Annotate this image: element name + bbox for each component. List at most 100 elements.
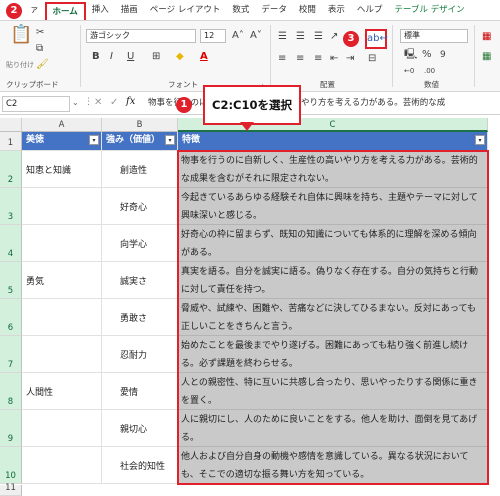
- tab-10[interactable]: テーブル デザイン: [388, 2, 470, 20]
- cell-virtue[interactable]: 勇気: [22, 262, 102, 299]
- tab-0[interactable]: ァ: [24, 2, 45, 20]
- row-header[interactable]: 9: [0, 410, 22, 447]
- border-icon[interactable]: ⊞: [152, 51, 160, 63]
- filter-dropdown-icon[interactable]: ▾: [475, 135, 485, 145]
- cell-strength[interactable]: 向学心: [102, 225, 178, 262]
- paste-label[interactable]: 貼り付け: [6, 59, 34, 71]
- align-middle-icon[interactable]: ☰: [296, 31, 305, 43]
- orientation-icon[interactable]: ↗: [330, 31, 338, 43]
- cell-virtue[interactable]: [22, 447, 102, 484]
- underline-icon[interactable]: U: [127, 51, 134, 63]
- column-header-b[interactable]: B: [102, 118, 178, 132]
- row-header[interactable]: 8: [0, 373, 22, 410]
- tab-2[interactable]: 挿入: [86, 2, 115, 20]
- filter-dropdown-icon[interactable]: ▾: [89, 135, 99, 145]
- row-header[interactable]: 1: [0, 132, 22, 151]
- header-cell-strength[interactable]: 強み（価値） ▾: [102, 132, 178, 151]
- cell-virtue[interactable]: 人間性: [22, 373, 102, 410]
- copy-icon[interactable]: ⧉: [36, 43, 43, 55]
- cell-feature[interactable]: 好奇心の枠に留まらず、既知の知識についても体系的に理解を深める傾向がある。: [178, 225, 488, 262]
- align-center-icon[interactable]: ≡: [296, 53, 304, 65]
- fill-color-icon[interactable]: ◆: [176, 51, 184, 63]
- row-header[interactable]: 5: [0, 262, 22, 299]
- filter-dropdown-icon[interactable]: ▾: [165, 135, 175, 145]
- italic-icon[interactable]: I: [110, 51, 113, 63]
- name-box[interactable]: C2: [2, 96, 70, 112]
- cell-feature[interactable]: 真実を語る。自分を誠実に語る。偽りなく存在する。自分の気持ちと行動に対して責任を…: [178, 262, 488, 299]
- cell-strength[interactable]: 忍耐力: [102, 336, 178, 373]
- cell-strength[interactable]: 愛情: [102, 373, 178, 410]
- cancel-icon[interactable]: ✕: [94, 97, 102, 108]
- row-header[interactable]: 6: [0, 299, 22, 336]
- select-all-corner[interactable]: [0, 118, 22, 132]
- cell-virtue[interactable]: [22, 188, 102, 225]
- cell-feature[interactable]: 脅威や、試練や、困難や、苦痛などに決してひるまない。反対にあっても正しいことをき…: [178, 299, 488, 336]
- conditional-format-icon[interactable]: ▦: [482, 31, 491, 43]
- tab-7[interactable]: 校閲: [293, 2, 322, 20]
- decrease-indent-icon[interactable]: ⇤: [330, 53, 338, 65]
- tab-3[interactable]: 描画: [115, 2, 144, 20]
- cell-feature[interactable]: 人との親密性、特に互いに共感し合ったり、思いやったりする関係に重きを置く。: [178, 373, 488, 410]
- cell-feature[interactable]: 始めたことを最後までやり遂げる。困難にあっても粘り強く前進し続ける。必ず課題を終…: [178, 336, 488, 373]
- align-bottom-icon[interactable]: ☰: [314, 31, 323, 43]
- row-header[interactable]: 4: [0, 225, 22, 262]
- decrease-font-icon[interactable]: A˅: [250, 30, 262, 42]
- tab-5[interactable]: 数式: [226, 2, 255, 20]
- tab-1[interactable]: ホーム: [44, 2, 86, 20]
- font-name-select[interactable]: 游ゴシック: [86, 29, 196, 43]
- tab-8[interactable]: 表示: [322, 2, 351, 20]
- align-left-icon[interactable]: ≡: [278, 53, 286, 65]
- worksheet-grid[interactable]: A B C 1 美徳 ▾ 強み（価値） ▾ 特徴 ▾ 2 知恵と知識 創造性 物事を行…: [0, 118, 500, 496]
- row-header[interactable]: 3: [0, 188, 22, 225]
- font-size-select[interactable]: 12: [200, 29, 226, 43]
- tab-4[interactable]: ページ レイアウト: [144, 2, 227, 20]
- formula-input[interactable]: 物事を行うのに自新しく、生産性の高いやり方を考える力がある。芸術的な成: [144, 96, 500, 112]
- row-header[interactable]: 11: [0, 483, 22, 496]
- font-group-label: フォント: [168, 80, 198, 89]
- cell-strength[interactable]: 勇敢さ: [102, 299, 178, 336]
- cell-strength[interactable]: 好奇心: [102, 188, 178, 225]
- cell-virtue[interactable]: 知恵と知識: [22, 151, 102, 188]
- column-header-a[interactable]: A: [22, 118, 102, 132]
- tab-6[interactable]: データ: [255, 2, 293, 20]
- increase-indent-icon[interactable]: ⇥: [346, 53, 354, 65]
- header-cell-feature[interactable]: 特徴 ▾: [178, 132, 488, 151]
- cell-strength[interactable]: 親切心: [102, 410, 178, 447]
- table-format-icon[interactable]: ▦: [482, 51, 491, 63]
- comma-icon[interactable]: 9: [440, 49, 446, 61]
- accounting-icon[interactable]: 🖳: [404, 49, 417, 61]
- bold-icon[interactable]: B: [92, 51, 100, 63]
- chevron-down-icon[interactable]: ⌄: [72, 98, 79, 107]
- cell-feature[interactable]: 他人および自分自身の動機や感情を意識している。異なる状況においても、そこでの適切…: [178, 447, 488, 484]
- cell-virtue[interactable]: [22, 225, 102, 262]
- increase-font-icon[interactable]: A˄: [232, 30, 244, 42]
- row-header[interactable]: 2: [0, 151, 22, 188]
- increase-decimal-icon[interactable]: ←0: [404, 65, 414, 77]
- cell-virtue[interactable]: [22, 299, 102, 336]
- row-header[interactable]: 7: [0, 336, 22, 373]
- align-right-icon[interactable]: ≡: [314, 53, 322, 65]
- header-cell-virtue[interactable]: 美徳 ▾: [22, 132, 102, 151]
- cell-virtue[interactable]: [22, 410, 102, 447]
- enter-icon[interactable]: ✓: [110, 97, 118, 108]
- cell-feature[interactable]: 人に親切にし、人のために良いことをする。他人を助け、面倒を見てあげる。: [178, 410, 488, 447]
- decrease-decimal-icon[interactable]: .00: [424, 65, 435, 77]
- number-format-select[interactable]: 標準: [400, 29, 468, 43]
- cell-feature[interactable]: 今起きているあらゆる経験それ自体に興味を持ち、主題やテーマに対して興味深いと感じ…: [178, 188, 488, 225]
- cell-strength[interactable]: 誠実さ: [102, 262, 178, 299]
- merge-center-icon[interactable]: ⊟: [368, 53, 376, 65]
- wrap-text-icon[interactable]: ab↩: [365, 29, 388, 49]
- row-header[interactable]: 10: [0, 447, 22, 484]
- cell-strength[interactable]: 社会的知性: [102, 447, 178, 484]
- fx-icon[interactable]: fx: [126, 96, 135, 107]
- tab-9[interactable]: ヘルプ: [351, 2, 389, 20]
- align-top-icon[interactable]: ☰: [278, 31, 287, 43]
- cut-icon[interactable]: ✂: [36, 27, 44, 39]
- format-painter-icon[interactable]: 🖌: [36, 59, 49, 71]
- cell-feature[interactable]: 物事を行うのに自新しく、生産性の高いやり方を考える力がある。芸術的な成果を含むが…: [178, 151, 488, 188]
- percent-icon[interactable]: %: [422, 49, 432, 61]
- paste-icon[interactable]: 📋: [10, 26, 32, 44]
- font-color-icon[interactable]: A: [200, 51, 208, 63]
- cell-virtue[interactable]: [22, 336, 102, 373]
- cell-strength[interactable]: 創造性: [102, 151, 178, 188]
